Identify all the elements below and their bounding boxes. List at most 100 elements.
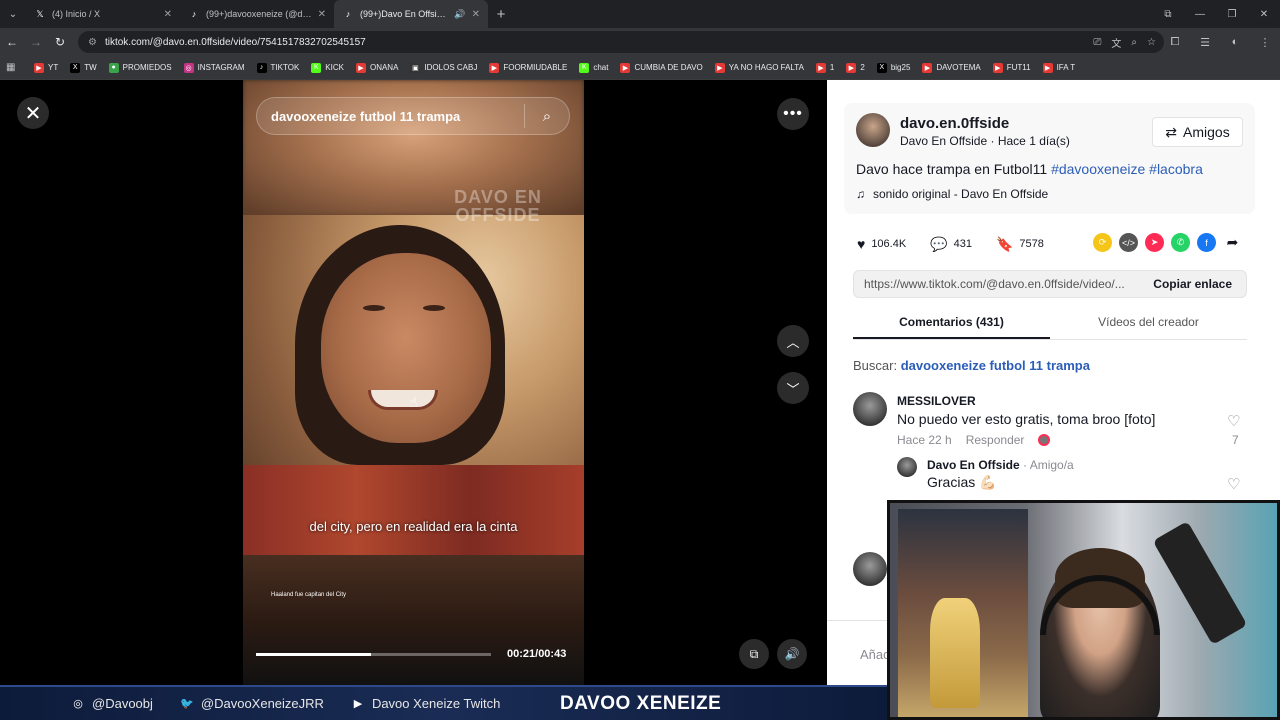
- reload-icon[interactable]: ↻: [48, 28, 72, 56]
- volume-button[interactable]: 🔊: [777, 639, 807, 669]
- translate-icon[interactable]: 文: [1111, 35, 1121, 50]
- reading-list-icon[interactable]: ☰: [1190, 36, 1220, 49]
- bookmark-idolos-cabj[interactable]: ▣ IDOLOS CABJ: [404, 56, 483, 80]
- bookmark-ya-no-hago-falta[interactable]: ▶ YA NO HAGO FALTA: [709, 56, 810, 80]
- browser-tab-x[interactable]: 𝕏 (4) Inicio / X ✕: [26, 0, 180, 28]
- bookmark-icon: K: [579, 62, 590, 73]
- video-subtitle: del city, pero en realidad era la cinta: [309, 519, 518, 534]
- stream-banner: ◎ @Davoobj 🐦 @DavooXeneizeJRR ▶ Davoo Xenei…: [0, 685, 887, 720]
- bookmark-2[interactable]: ▶ 2: [840, 56, 870, 80]
- video-player[interactable]: DAVO EN OFFSIDE del city, pero en realid…: [243, 80, 584, 685]
- site-info-icon[interactable]: ⚙: [88, 37, 97, 48]
- heart-icon[interactable]: ♥: [857, 236, 865, 252]
- avatar[interactable]: [853, 392, 887, 426]
- add-comment-input[interactable]: Añad: [860, 647, 890, 662]
- new-tab-button[interactable]: +: [488, 0, 514, 28]
- friends-button[interactable]: ⇄ Amigos: [1152, 117, 1243, 147]
- reply-username[interactable]: Davo En Offside · Amigo/a: [927, 458, 1074, 472]
- bookmark-foormiudable[interactable]: ▶ FOORMIUDABLE: [483, 56, 573, 80]
- woman-face: [321, 253, 491, 443]
- browser-tab-davo-en-offside[interactable]: ♪ (99+)Davo En Offside (@davo.en.0ffside…: [334, 0, 488, 28]
- bookmark-label: KICK: [325, 63, 344, 72]
- bookmark-davotema[interactable]: ▶ DAVOTEMA: [916, 56, 986, 80]
- whatsapp-icon[interactable]: ✆: [1171, 233, 1190, 252]
- bookmarks-bar: ▦ ▶ YT X TW ● PROMIEDOS ◎ INSTAGRAM ♪ TIKTOK K KICK…: [0, 56, 1280, 80]
- bookmark-big25[interactable]: Xbig25: [871, 56, 917, 80]
- bookmark-cumbia-de-davo[interactable]: ▶ CUMBIA DE DAVO: [614, 56, 708, 80]
- bookmark-tiktok[interactable]: ♪ TIKTOK: [251, 56, 306, 80]
- bookmark-icon: X: [876, 62, 887, 73]
- bookmark-instagram[interactable]: ◎ INSTAGRAM: [178, 56, 251, 80]
- bookmark-onana[interactable]: ▶ ONANA: [350, 56, 404, 80]
- next-video-button[interactable]: ﹀: [777, 372, 809, 404]
- reply-text: Gracias 💪🏻: [927, 474, 997, 490]
- minimize-icon[interactable]: —: [1184, 0, 1216, 28]
- reply-button[interactable]: Responder: [966, 433, 1025, 447]
- close-tab-icon[interactable]: ✕: [318, 9, 326, 20]
- close-tab-icon[interactable]: ✕: [164, 9, 172, 20]
- close-tab-icon[interactable]: ✕: [472, 9, 480, 20]
- bookmark-kick[interactable]: K KICK: [305, 56, 350, 80]
- tab-strip-icon[interactable]: ⧉: [1152, 0, 1184, 28]
- comment-username[interactable]: MESSILOVER: [897, 394, 976, 408]
- apps-grid-icon[interactable]: ▦: [6, 62, 28, 73]
- profile-icon[interactable]: ◐: [1220, 36, 1250, 48]
- post-info-card: davo.en.0ffside Davo En Offside · Hace 1…: [844, 103, 1255, 214]
- avatar[interactable]: [897, 457, 917, 477]
- restore-icon[interactable]: ❐: [1216, 0, 1248, 28]
- facebook-icon[interactable]: f: [1197, 233, 1216, 252]
- display-name[interactable]: Davo En Offside: [900, 134, 987, 148]
- cast-icon[interactable]: ⎚: [1093, 37, 1101, 48]
- post-link[interactable]: https://www.tiktok.com/@davo.en.0ffside/…: [854, 277, 1139, 291]
- post-username[interactable]: davo.en.0ffside: [900, 115, 1009, 132]
- tab-creator-videos[interactable]: Vídeos del creador: [1050, 308, 1247, 339]
- close-video-button[interactable]: ✕: [17, 97, 49, 129]
- comment-like-icon[interactable]: ♡: [1227, 412, 1240, 430]
- bookmark-icon: ▶: [1042, 62, 1053, 73]
- post-sound[interactable]: ♫ sonido original - Davo En Offside: [856, 187, 1048, 201]
- more-options-button[interactable]: •••: [777, 98, 809, 130]
- back-icon[interactable]: ←: [0, 28, 24, 56]
- tab-search-icon[interactable]: ⌄: [0, 0, 26, 28]
- bookmark-yt[interactable]: ▶ YT: [28, 56, 64, 80]
- bookmark-star-icon[interactable]: ☆: [1147, 37, 1156, 48]
- search-icon[interactable]: ⌕: [525, 108, 569, 125]
- description-text: Davo hace trampa en Futbol11: [856, 161, 1052, 177]
- hashtag-link[interactable]: #davooxeneize: [1051, 161, 1145, 177]
- extensions-icon[interactable]: ⧠: [1160, 36, 1190, 49]
- embed-icon[interactable]: </>: [1119, 233, 1138, 252]
- bookmark-chat[interactable]: Kchat: [573, 56, 614, 80]
- close-window-icon[interactable]: ✕: [1248, 0, 1280, 28]
- pip-button[interactable]: ⧉: [739, 639, 769, 669]
- speaker-icon[interactable]: 🔊: [454, 9, 465, 20]
- x-logo-icon: 𝕏: [36, 8, 44, 19]
- bookmark-1[interactable]: ▶ 1: [810, 56, 840, 80]
- bookmark-promiedos[interactable]: ● PROMIEDOS: [103, 56, 178, 80]
- bookmark-ifa-t[interactable]: ▶ IFA T: [1037, 56, 1082, 80]
- video-search-bar[interactable]: davooxeneize futbol 11 trampa ⌕: [256, 97, 570, 135]
- share-arrow-icon[interactable]: ➦: [1223, 233, 1242, 252]
- comment-search-suggestion[interactable]: Buscar: davooxeneize futbol 11 trampa: [853, 358, 1090, 373]
- send-icon[interactable]: ➤: [1145, 233, 1164, 252]
- previous-video-button[interactable]: ︿: [777, 325, 809, 357]
- tab-comments[interactable]: Comentarios (431): [853, 308, 1050, 339]
- repost-icon[interactable]: ⟳: [1093, 233, 1112, 252]
- search-label: Buscar:: [853, 358, 901, 373]
- hashtag-link[interactable]: #lacobra: [1149, 161, 1203, 177]
- bookmark-icon[interactable]: 🔖: [996, 236, 1013, 253]
- bookmark-icon: ▶: [846, 62, 857, 73]
- bookmark-fut11[interactable]: ▶ FUT11: [987, 56, 1037, 80]
- reply-like-icon[interactable]: ♡: [1227, 475, 1240, 493]
- copy-link-button[interactable]: Copiar enlace: [1139, 277, 1246, 291]
- video-progress-bar[interactable]: [256, 653, 491, 656]
- forward-icon[interactable]: →: [24, 28, 48, 56]
- twitter-text: @DavooXeneizeJRR: [200, 696, 324, 711]
- browser-tab-davooxeneize[interactable]: ♪ (99+)davooxeneize (@davooxeneize) ✕: [180, 0, 334, 28]
- address-bar[interactable]: ⚙ tiktok.com/@davo.en.0ffside/video/7541…: [78, 31, 1164, 53]
- comment-icon[interactable]: 💬: [930, 236, 947, 253]
- bookmark-tw[interactable]: X TW: [64, 56, 102, 80]
- zoom-icon[interactable]: ⌕: [1131, 37, 1137, 48]
- avatar[interactable]: [853, 552, 887, 586]
- avatar[interactable]: [856, 113, 890, 147]
- menu-kebab-icon[interactable]: ⋮: [1250, 36, 1280, 49]
